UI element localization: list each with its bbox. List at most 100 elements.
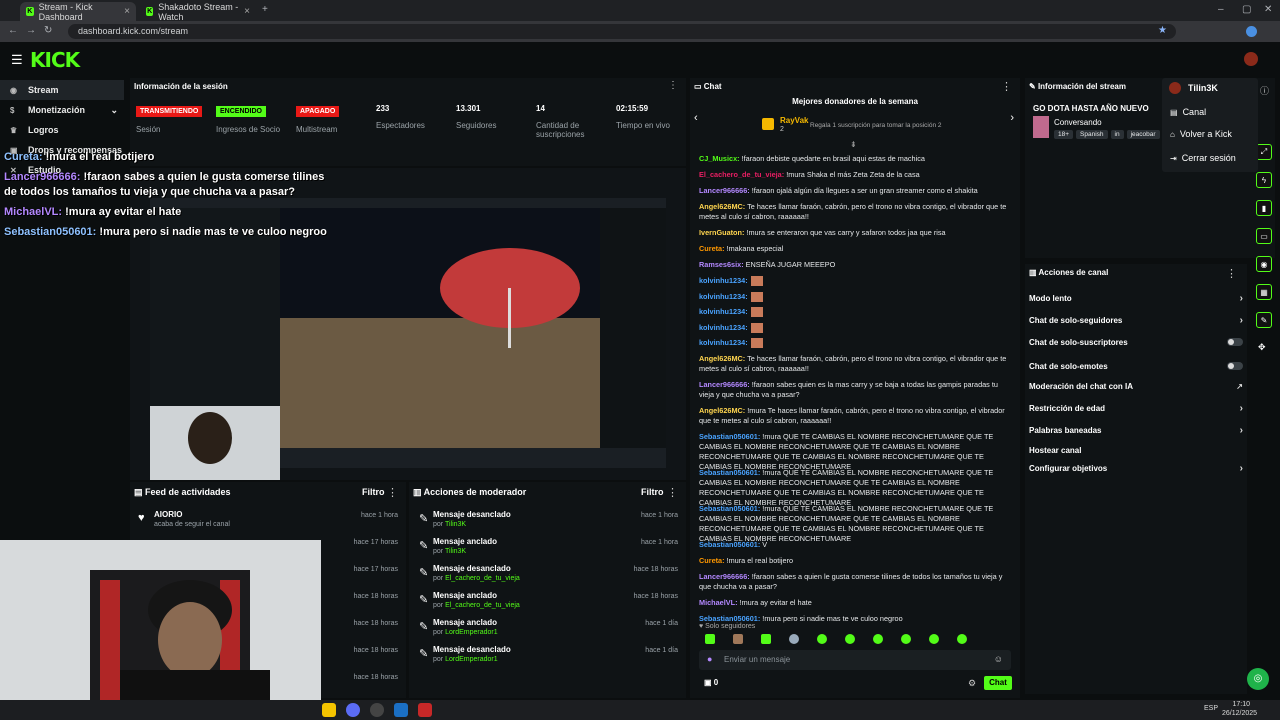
tag[interactable]: 18+ xyxy=(1054,130,1074,139)
rail-button-chat[interactable]: ▭ xyxy=(1256,228,1272,244)
mod-user[interactable]: El_cachero_de_tu_vieja xyxy=(445,602,520,609)
chat-username[interactable]: CJ_Musicx: xyxy=(699,154,740,163)
chat-username[interactable]: Angel626MC: xyxy=(699,354,745,363)
stream-category[interactable]: Conversando xyxy=(1054,118,1102,127)
info-icon[interactable]: ⓘ xyxy=(1260,84,1269,97)
hamburger-menu-icon[interactable]: ☰ xyxy=(11,52,23,68)
mic-icon[interactable]: ● xyxy=(707,654,712,664)
chevron-left-icon[interactable]: ‹ xyxy=(694,112,698,124)
send-chat-button[interactable]: Chat xyxy=(984,676,1012,690)
back-icon[interactable]: ← xyxy=(8,25,18,36)
emoji-icon[interactable]: ☺ xyxy=(994,654,1003,664)
emotes-only-toggle[interactable] xyxy=(1227,362,1243,370)
chat-username[interactable]: MichaelVL: xyxy=(699,598,738,607)
chat-username[interactable]: Lancer966666: xyxy=(699,186,750,195)
stream-preview-video[interactable] xyxy=(130,168,686,480)
chat-username[interactable]: kolvinhu1234: xyxy=(699,323,748,332)
close-icon[interactable]: × xyxy=(244,6,250,17)
url-field[interactable]: dashboard.kick.com/stream xyxy=(68,24,1176,39)
emote-icon[interactable] xyxy=(901,634,911,644)
menu-item-canal[interactable]: ▤ Canal xyxy=(1170,107,1206,117)
rail-button-apps[interactable]: ✥ xyxy=(1258,342,1266,353)
points-display[interactable]: ▣ 0 xyxy=(704,678,718,687)
forward-icon[interactable]: → xyxy=(26,25,36,36)
reload-icon[interactable]: ↻ xyxy=(44,25,52,36)
more-options-icon[interactable]: ⋮ xyxy=(668,80,678,91)
clock-time[interactable]: 17:10 xyxy=(1228,701,1250,708)
chat-input-box[interactable]: ● Enviar un mensaje ☺ xyxy=(699,650,1011,670)
filter-button[interactable]: Filtro xyxy=(641,487,664,497)
bookmark-star-icon[interactable]: ★ xyxy=(1158,25,1167,36)
user-avatar[interactable] xyxy=(1244,52,1258,66)
action-age-restriction[interactable]: Restricción de edad › xyxy=(1029,398,1243,418)
rail-button-wrench[interactable]: ✎ xyxy=(1256,312,1272,328)
chat-username[interactable]: Angel626MC: xyxy=(699,202,745,211)
emote-icon[interactable] xyxy=(845,634,855,644)
emote-icon[interactable] xyxy=(929,634,939,644)
emote-icon[interactable] xyxy=(873,634,883,644)
chevron-right-icon[interactable]: › xyxy=(1010,112,1014,124)
menu-item-back-to-kick[interactable]: ⌂ Volver a Kick xyxy=(1170,129,1232,139)
more-options-icon[interactable]: ⋮ xyxy=(1001,80,1012,93)
filter-button[interactable]: Filtro xyxy=(362,487,385,497)
browser-tab-kick-dashboard[interactable]: K Stream - Kick Dashboard × xyxy=(20,2,136,22)
steam-icon[interactable] xyxy=(394,703,408,717)
settings-gear-icon[interactable]: ⚙ xyxy=(968,678,976,689)
chat-username[interactable]: kolvinhu1234: xyxy=(699,307,748,316)
action-followers-only[interactable]: Chat de solo-seguidores › xyxy=(1029,310,1243,330)
mod-user[interactable]: Tilin3K xyxy=(445,548,466,555)
emote-icon[interactable] xyxy=(817,634,827,644)
more-options-icon[interactable]: ⋮ xyxy=(667,486,678,499)
rail-button-bolt[interactable]: ϟ xyxy=(1256,172,1272,188)
help-chat-icon[interactable]: ◎ xyxy=(1247,668,1269,690)
chat-username[interactable]: Sebastian050601: xyxy=(699,614,760,623)
chat-username[interactable]: Sebastian050601: xyxy=(699,540,760,549)
emote-icon[interactable] xyxy=(705,634,715,644)
emote-icon[interactable] xyxy=(957,634,967,644)
action-banned-words[interactable]: Palabras baneadas › xyxy=(1029,420,1243,440)
sidebar-item-logros[interactable]: ♛ Logros xyxy=(0,120,124,140)
chat-username[interactable]: Sebastian050601: xyxy=(699,504,760,513)
donor-name[interactable]: RayVak xyxy=(780,116,808,125)
minimize-icon[interactable]: – xyxy=(1218,4,1224,15)
action-host-channel[interactable]: Hostear canal xyxy=(1029,440,1243,460)
chat-username[interactable]: kolvinhu1234: xyxy=(699,338,748,347)
chat-input[interactable]: Enviar un mensaje xyxy=(724,655,790,664)
new-tab-icon[interactable]: + xyxy=(262,4,268,15)
action-slow-mode[interactable]: Modo lento › xyxy=(1029,288,1243,308)
chat-username[interactable]: El_cachero_de_tu_vieja: xyxy=(699,170,784,179)
tag[interactable]: in xyxy=(1110,130,1124,139)
emote-icon[interactable] xyxy=(761,634,771,644)
emote-icon[interactable] xyxy=(733,634,743,644)
action-goals[interactable]: Configurar objetivos › xyxy=(1029,458,1243,478)
chat-username[interactable]: Angel626MC: xyxy=(699,406,745,415)
chat-username[interactable]: Ramses6six: xyxy=(699,260,744,269)
emote-icon[interactable] xyxy=(789,634,799,644)
browser-tab-shakadoto[interactable]: K Shakadoto Stream - Watch × xyxy=(140,2,256,22)
mod-user[interactable]: Tilin3K xyxy=(445,521,466,528)
obs-icon[interactable] xyxy=(370,703,384,717)
subscribers-only-toggle[interactable] xyxy=(1227,338,1243,346)
profile-avatar-icon[interactable] xyxy=(1246,26,1257,37)
kick-logo[interactable]: KICK xyxy=(30,48,80,72)
chat-username[interactable]: Cureta: xyxy=(699,556,725,565)
discord-icon[interactable] xyxy=(346,703,360,717)
maximize-icon[interactable]: ▢ xyxy=(1242,4,1251,15)
menu-item-logout[interactable]: ⇥ Cerrar sesión xyxy=(1170,153,1236,163)
sidebar-item-stream[interactable]: ◉ Stream xyxy=(0,80,124,100)
close-window-icon[interactable]: ✕ xyxy=(1264,4,1272,15)
tag[interactable]: Spanish xyxy=(1076,130,1108,139)
more-options-icon[interactable]: ⋮ xyxy=(387,486,398,499)
mod-user[interactable]: El_cachero_de_tu_vieja xyxy=(445,575,520,582)
chat-username[interactable]: IvernGuaton: xyxy=(699,228,744,237)
rail-button-broadcast[interactable]: ◉ xyxy=(1256,256,1272,272)
rail-button-card[interactable]: ▮ xyxy=(1256,200,1272,216)
chat-username[interactable]: Cureta: xyxy=(699,244,725,253)
tag[interactable]: jeacobar xyxy=(1126,130,1160,139)
mod-user[interactable]: LordEmperador1 xyxy=(445,656,498,663)
clock-date[interactable]: 26/12/2025 xyxy=(1222,710,1257,717)
rail-button-expand[interactable]: ⤢ xyxy=(1256,144,1272,160)
app-icon[interactable] xyxy=(418,703,432,717)
file-explorer-icon[interactable] xyxy=(322,703,336,717)
mod-user[interactable]: LordEmperador1 xyxy=(445,629,498,636)
